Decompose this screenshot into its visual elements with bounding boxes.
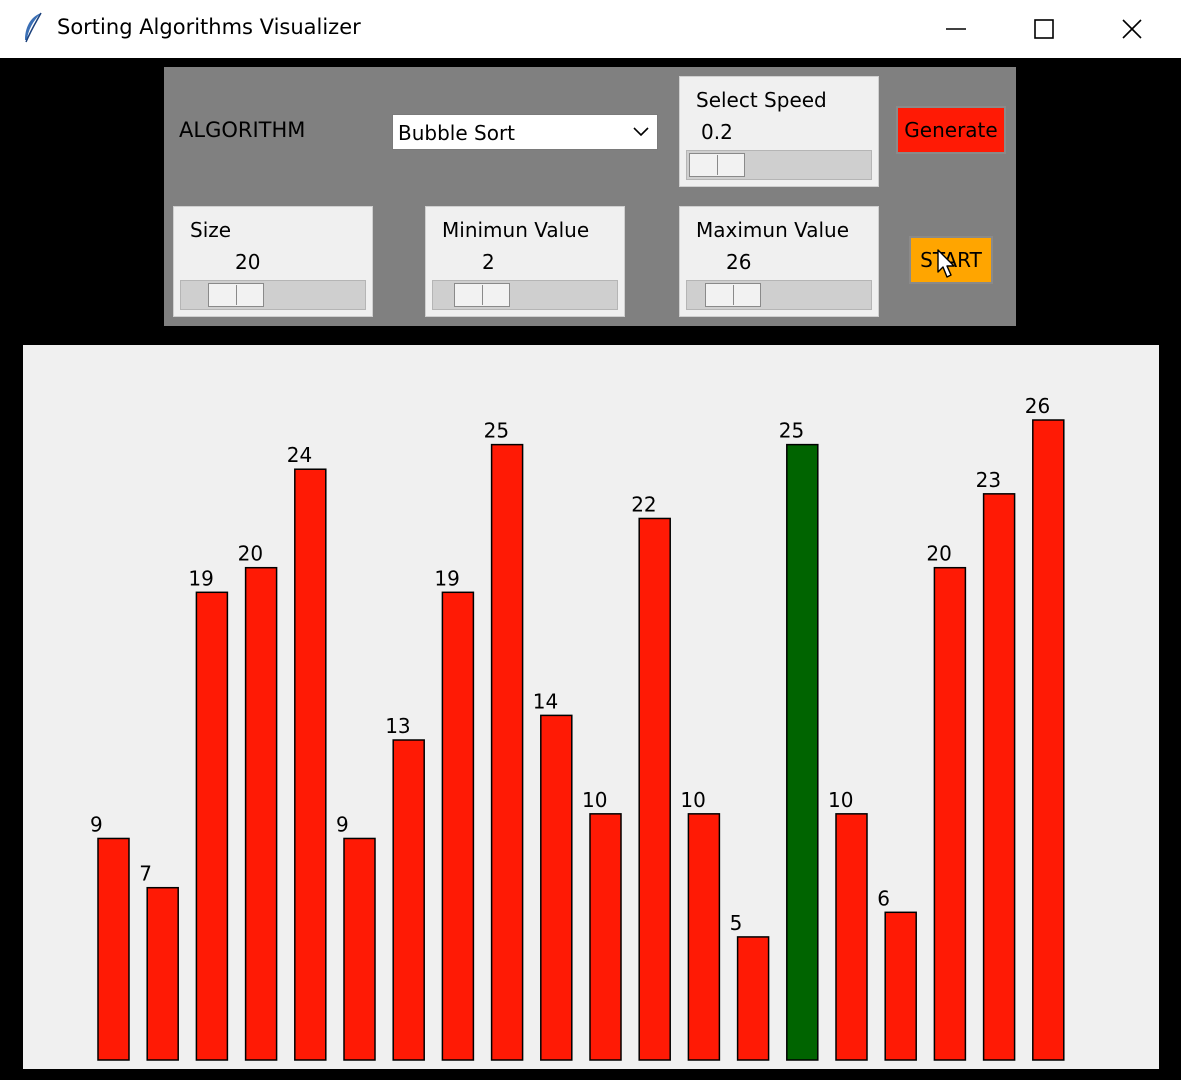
bar-value-label: 25 xyxy=(779,419,804,443)
generate-button[interactable]: Generate xyxy=(896,106,1006,154)
bar xyxy=(540,714,573,1061)
bar xyxy=(441,591,475,1061)
min-value-slider-trough[interactable] xyxy=(432,280,618,310)
title-bar[interactable]: Sorting Algorithms Visualizer xyxy=(0,0,1181,58)
bar-value-label: 14 xyxy=(533,689,558,713)
bar-value-label: 25 xyxy=(484,419,509,443)
bar-value-label: 9 xyxy=(336,812,349,836)
bar-value-label: 10 xyxy=(828,788,853,812)
max-value-scale: Maximun Value 26 xyxy=(679,206,879,317)
min-value-value: 2 xyxy=(482,250,495,274)
bar xyxy=(589,813,622,1061)
speed-label: Select Speed xyxy=(696,88,827,112)
feather-icon xyxy=(25,12,42,43)
maximize-icon xyxy=(1034,19,1054,39)
bar xyxy=(244,566,278,1061)
max-value-label: Maximun Value xyxy=(696,218,850,242)
mouse-cursor-icon xyxy=(937,249,955,278)
size-slider-thumb[interactable] xyxy=(207,283,264,307)
bar xyxy=(884,911,917,1061)
bar xyxy=(736,936,770,1061)
chevron-down-icon xyxy=(633,127,649,137)
algorithm-select[interactable]: Bubble Sort xyxy=(392,114,658,150)
bar-value-label: 20 xyxy=(238,542,263,566)
min-value-label: Minimun Value xyxy=(442,218,590,242)
bar xyxy=(195,591,229,1061)
bar-value-label: 13 xyxy=(385,714,410,738)
algorithm-select-value: Bubble Sort xyxy=(398,121,516,145)
max-value-value: 26 xyxy=(726,250,752,274)
bar-value-label: 26 xyxy=(1025,394,1050,418)
bar xyxy=(392,739,425,1061)
bar-value-label: 10 xyxy=(680,788,705,812)
bar-value-label: 23 xyxy=(976,468,1001,492)
bar xyxy=(97,837,130,1061)
max-value-slider-thumb[interactable] xyxy=(705,283,762,307)
speed-slider-trough[interactable] xyxy=(686,150,872,180)
bar-value-label: 9 xyxy=(90,812,103,836)
min-value-scale: Minimun Value 2 xyxy=(425,206,625,317)
speed-slider-thumb[interactable] xyxy=(689,153,745,177)
algorithm-label: ALGORITHM xyxy=(179,118,306,142)
bar xyxy=(933,566,967,1061)
size-scale: Size 20 xyxy=(173,206,373,317)
size-label: Size xyxy=(190,218,232,242)
bar xyxy=(786,443,819,1061)
size-value: 20 xyxy=(235,250,261,274)
min-value-slider-thumb[interactable] xyxy=(453,283,510,307)
bar-chart: 9 7 19 20 24 9 13 19 25 14 10 22 10 5 25 10 6 20 23 26 xyxy=(90,394,1065,1061)
size-slider-trough[interactable] xyxy=(180,280,366,310)
bar-value-label: 24 xyxy=(287,443,312,467)
speed-scale: Select Speed 0.2 xyxy=(679,76,879,187)
bar-value-label: 19 xyxy=(434,566,459,590)
bar xyxy=(638,517,671,1061)
close-icon xyxy=(1122,19,1142,39)
minimize-icon xyxy=(946,28,966,30)
visualization-canvas: 9 7 19 20 24 9 13 19 25 14 10 22 10 5 25 10 6 20 23 26 xyxy=(23,345,1159,1069)
speed-value: 0.2 xyxy=(701,120,733,144)
bar xyxy=(294,468,327,1061)
bar-value-label: 19 xyxy=(188,566,213,590)
window-title: Sorting Algorithms Visualizer xyxy=(57,15,361,39)
bar xyxy=(1032,419,1065,1061)
bar-value-label: 6 xyxy=(877,886,890,910)
bar-value-label: 7 xyxy=(139,862,152,886)
max-value-slider-trough[interactable] xyxy=(686,280,872,310)
bar-value-label: 22 xyxy=(631,492,656,516)
bar xyxy=(982,493,1016,1061)
maximize-button[interactable] xyxy=(1000,0,1088,58)
bar xyxy=(343,837,376,1061)
close-button[interactable] xyxy=(1088,0,1176,58)
bar xyxy=(835,813,868,1061)
bar xyxy=(146,886,179,1061)
bar xyxy=(490,443,524,1061)
minimize-button[interactable] xyxy=(912,0,1000,58)
bar-value-label: 5 xyxy=(730,911,743,935)
bar xyxy=(687,813,721,1061)
bar-value-label: 10 xyxy=(582,788,607,812)
bar-value-label: 20 xyxy=(926,542,951,566)
